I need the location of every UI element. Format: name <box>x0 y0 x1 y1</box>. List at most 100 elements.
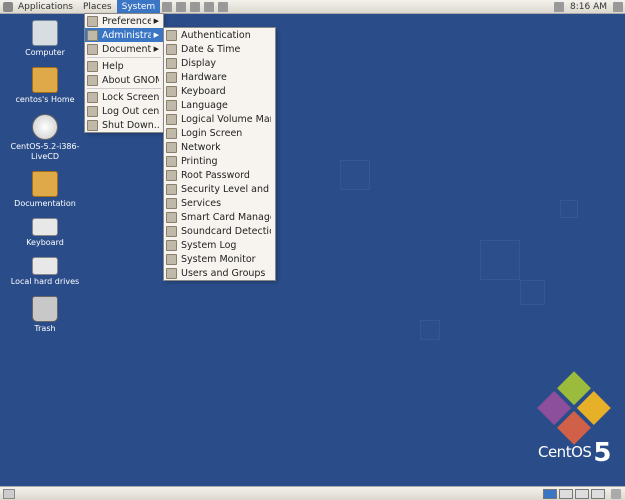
menu-applications[interactable]: Applications <box>13 0 78 14</box>
system-menu-item[interactable]: Preferences▶ <box>85 14 163 28</box>
panel-icon <box>3 2 13 12</box>
menu-item-icon <box>166 240 177 251</box>
launcher-icon[interactable] <box>204 2 214 12</box>
system-menu-item[interactable]: About GNOME <box>85 73 163 87</box>
desktop-icon-label: Local hard drives <box>6 277 84 286</box>
desktop-icon-drives[interactable]: Local hard drives <box>6 257 84 286</box>
menu-item-icon <box>166 100 177 111</box>
admin-menu-item[interactable]: Keyboard <box>164 84 275 98</box>
trash-icon[interactable] <box>611 489 621 499</box>
admin-menu-item[interactable]: Security Level and Firewall <box>164 182 275 196</box>
admin-menu-item[interactable]: Date & Time <box>164 42 275 56</box>
menu-item-label: Printing <box>181 156 271 167</box>
menu-item-icon <box>87 106 98 117</box>
menu-item-label: Administration <box>102 30 151 41</box>
system-menu-item[interactable]: Help <box>85 59 163 73</box>
desktop-icon-home[interactable]: centos's Home <box>6 67 84 104</box>
keyboard-icon <box>32 218 58 236</box>
menu-item-label: Authentication <box>181 30 271 41</box>
desktop-icon-keyboard[interactable]: Keyboard <box>6 218 84 247</box>
workspace-1[interactable] <box>543 489 557 499</box>
menu-item-icon <box>166 44 177 55</box>
menu-item-label: Hardware <box>181 72 271 83</box>
menu-item-label: Services <box>181 198 271 209</box>
admin-menu-item[interactable]: Smart Card Manager <box>164 210 275 224</box>
admin-menu-item[interactable]: Soundcard Detection <box>164 224 275 238</box>
menu-item-label: Date & Time <box>181 44 271 55</box>
bottom-panel <box>0 486 625 500</box>
menu-item-icon <box>166 128 177 139</box>
centos-logo: CentOS5 <box>538 382 611 468</box>
update-icon[interactable] <box>554 2 564 12</box>
menu-item-icon <box>166 184 177 195</box>
launcher-icon[interactable] <box>190 2 200 12</box>
desktop-icon-label: Keyboard <box>6 238 84 247</box>
desktop-icon-label: CentOS-5.2-i386-LiveCD <box>6 142 84 160</box>
menu-item-icon <box>87 44 98 55</box>
menu-item-label: Users and Groups <box>181 268 271 279</box>
menu-item-label: Keyboard <box>181 86 271 97</box>
administration-submenu: Authentication Date & TimeDisplay Hardware… <box>163 27 276 281</box>
system-menu-item[interactable]: Shut Down... <box>85 118 163 132</box>
menu-item-icon <box>166 86 177 97</box>
menu-item-label: Root Password <box>181 170 271 181</box>
admin-menu-item[interactable]: Root Password <box>164 168 275 182</box>
admin-menu-item[interactable]: System Log <box>164 238 275 252</box>
system-menu-item[interactable]: Documentation▶ <box>85 42 163 56</box>
menu-item-label: System Log <box>181 240 271 251</box>
desktop-icon-documentation[interactable]: Documentation <box>6 171 84 208</box>
menu-item-label: About GNOME <box>102 75 159 86</box>
desktop-icon-label: Documentation <box>6 199 84 208</box>
menu-item-label: Security Level and Firewall <box>181 184 271 195</box>
computer-icon <box>32 20 58 46</box>
trash-icon <box>32 296 58 322</box>
admin-menu-item[interactable]: Network <box>164 140 275 154</box>
menu-item-icon <box>166 114 177 125</box>
menu-item-label: Login Screen <box>181 128 271 139</box>
admin-menu-item[interactable]: Login Screen <box>164 126 275 140</box>
desktop-icon-label: centos's Home <box>6 95 84 104</box>
workspace-4[interactable] <box>591 489 605 499</box>
menu-item-icon <box>87 30 98 41</box>
admin-menu-item[interactable]: Users and Groups <box>164 266 275 280</box>
admin-menu-item[interactable]: Authentication <box>164 28 275 42</box>
admin-menu-item[interactable]: Language <box>164 98 275 112</box>
submenu-arrow-icon: ▶ <box>154 31 159 39</box>
desktop-icon-livecd[interactable]: CentOS-5.2-i386-LiveCD <box>6 114 84 160</box>
system-menu-item[interactable]: Log Out centos... <box>85 104 163 118</box>
workspace-2[interactable] <box>559 489 573 499</box>
launcher-icon[interactable] <box>218 2 228 12</box>
workspace-3[interactable] <box>575 489 589 499</box>
menu-item-label: Logical Volume Management <box>181 114 271 125</box>
show-desktop-button[interactable] <box>3 489 15 499</box>
system-menu-item[interactable]: Administration▶ <box>85 28 163 42</box>
volume-icon[interactable] <box>613 2 623 12</box>
drives-icon <box>32 257 58 275</box>
admin-menu-item[interactable]: Hardware <box>164 70 275 84</box>
menu-item-icon <box>87 92 98 103</box>
desktop-icon-trash[interactable]: Trash <box>6 296 84 333</box>
menu-places[interactable]: Places <box>78 0 117 14</box>
admin-menu-item[interactable]: Services <box>164 196 275 210</box>
submenu-arrow-icon: ▶ <box>154 17 159 25</box>
launcher-icon[interactable] <box>162 2 172 12</box>
menu-item-icon <box>166 142 177 153</box>
system-menu: Preferences▶Administration▶Documentation… <box>84 13 164 133</box>
admin-menu-item[interactable]: System Monitor <box>164 252 275 266</box>
menu-item-icon <box>166 226 177 237</box>
system-menu-item[interactable]: Lock Screen <box>85 90 163 104</box>
admin-menu-item[interactable]: Logical Volume Management <box>164 112 275 126</box>
menu-system[interactable]: System <box>117 0 161 14</box>
top-panel: Applications Places System 8:16 AM <box>0 0 625 14</box>
menu-item-icon <box>166 156 177 167</box>
menu-item-icon <box>87 16 98 27</box>
menu-item-label: Smart Card Manager <box>181 212 271 223</box>
clock[interactable]: 8:16 AM <box>566 2 611 12</box>
admin-menu-item[interactable]: Printing <box>164 154 275 168</box>
launcher-icon[interactable] <box>176 2 186 12</box>
admin-menu-item[interactable]: Display <box>164 56 275 70</box>
menu-item-label: Documentation <box>102 44 151 55</box>
desktop-icon-label: Computer <box>6 48 84 57</box>
desktop-icon-computer[interactable]: Computer <box>6 20 84 57</box>
desktop: Computer centos's Home CentOS-5.2-i386-Liv… <box>6 20 84 344</box>
